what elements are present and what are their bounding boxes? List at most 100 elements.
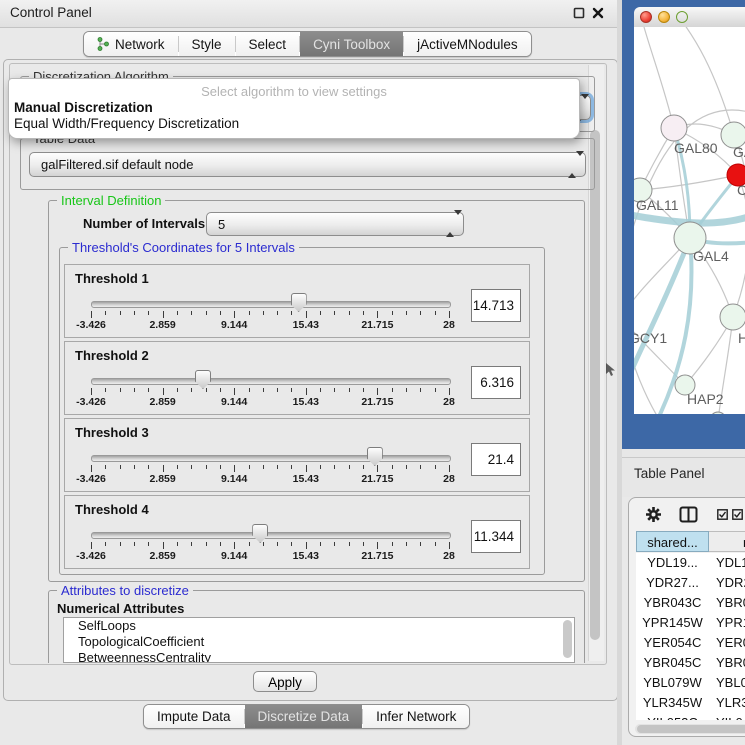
mode-tab-impute-data[interactable]: Impute Data bbox=[144, 705, 244, 728]
zoom-traffic-light-icon[interactable] bbox=[676, 11, 688, 23]
settings-gear-icon[interactable] bbox=[645, 506, 662, 523]
tab-label: Infer Network bbox=[376, 709, 456, 724]
mode-tab-discretize-data[interactable]: Discretize Data bbox=[245, 705, 363, 728]
numerical-attributes-list[interactable]: SelfLoopsTopologicalCoefficientBetweenne… bbox=[63, 617, 575, 663]
close-icon[interactable] bbox=[592, 7, 604, 19]
column-layout-icon[interactable] bbox=[679, 506, 698, 523]
slider-tick-minor bbox=[134, 311, 135, 315]
network-node-label: HAP2 bbox=[687, 391, 724, 407]
tab-label: Cyni Toolbox bbox=[313, 37, 390, 52]
table-header-name[interactable]: na bbox=[709, 531, 745, 552]
minimize-traffic-light-icon[interactable] bbox=[658, 11, 670, 23]
algorithm-option-2[interactable]: Equal Width/Frequency Discretization bbox=[14, 116, 574, 132]
control-panel-tabbar: NetworkStyle Select Cyni Toolbox jActiveMNo… bbox=[83, 31, 532, 57]
slider-tick-major bbox=[163, 465, 164, 472]
network-window-titlebar[interactable] bbox=[634, 7, 745, 28]
tab-select[interactable]: Select bbox=[236, 32, 300, 56]
number-of-intervals-combo[interactable]: 5 bbox=[206, 212, 464, 236]
table-row[interactable]: YER054CYER0 bbox=[636, 633, 745, 653]
algorithm-option-1[interactable]: Manual Discretization bbox=[14, 100, 574, 116]
network-node-node-bottom[interactable] bbox=[710, 412, 726, 414]
network-tab-icon bbox=[97, 37, 109, 51]
select-all-checkbox-icon[interactable] bbox=[717, 509, 728, 520]
table-row[interactable]: YPR145WYPR1 bbox=[636, 613, 745, 633]
threshold-label: Threshold 2 bbox=[75, 348, 149, 363]
horizontal-scrollbar-thumb[interactable] bbox=[637, 725, 745, 733]
tab-jactivemnodules[interactable]: jActiveMNodules bbox=[404, 32, 531, 56]
table-cell-shared-name: YPR145W bbox=[636, 613, 709, 633]
table-data-combo-value: galFiltered.sif default node bbox=[41, 153, 193, 176]
slider-tick-minor bbox=[406, 311, 407, 315]
threshold-slider-handle[interactable] bbox=[291, 293, 307, 312]
network-node-H-node[interactable] bbox=[720, 304, 745, 330]
network-node-label: GA bbox=[733, 144, 745, 160]
tab-network[interactable]: Network bbox=[84, 32, 178, 56]
tab-label: Select bbox=[249, 37, 287, 52]
attribute-list-item[interactable]: SelfLoops bbox=[64, 618, 574, 634]
float-window-icon[interactable] bbox=[573, 7, 585, 19]
number-of-intervals-value: 5 bbox=[218, 213, 225, 235]
slider-tick-minor bbox=[148, 311, 149, 315]
table-row[interactable]: YBL079WYBL0 bbox=[636, 673, 745, 693]
mode-tab-infer-network[interactable]: Infer Network bbox=[363, 705, 469, 728]
threshold-value-field[interactable]: 11.344 bbox=[471, 520, 521, 553]
slider-tick-minor bbox=[277, 311, 278, 315]
network-node-GAL80[interactable] bbox=[661, 115, 687, 141]
table-row[interactable]: YIL052CYIL0 bbox=[636, 713, 745, 720]
attribute-list-item[interactable]: BetweennessCentrality bbox=[64, 650, 574, 663]
network-canvas[interactable]: GAL80GACGAL11GAL4GCY1HHAP2 bbox=[634, 27, 745, 414]
unselect-all-checkbox-icon[interactable] bbox=[732, 509, 743, 520]
table-row[interactable]: YBR045CYBR0 bbox=[636, 653, 745, 673]
threshold-value-field[interactable]: 14.713 bbox=[471, 289, 521, 322]
threshold-value-field[interactable]: 21.4 bbox=[471, 443, 521, 476]
table-row[interactable]: YDL19...YDL1 bbox=[636, 553, 745, 573]
table-cell-shared-name: YDL19... bbox=[636, 553, 709, 573]
network-edge-highlighted bbox=[634, 238, 690, 399]
slider-tick-label: 2.859 bbox=[133, 396, 193, 408]
slider-tick-major bbox=[377, 388, 378, 395]
slider-tick-major bbox=[163, 311, 164, 318]
close-traffic-light-icon[interactable] bbox=[640, 11, 652, 23]
apply-button[interactable]: Apply bbox=[253, 671, 317, 692]
slider-tick-minor bbox=[334, 311, 335, 315]
threshold-value-field[interactable]: 6.316 bbox=[471, 366, 521, 399]
slider-tick-label: 15.43 bbox=[276, 473, 336, 485]
threshold-slider-track[interactable] bbox=[91, 301, 451, 308]
table-row[interactable]: YLR345WYLR3 bbox=[636, 693, 745, 713]
slider-tick-minor bbox=[349, 388, 350, 392]
threshold-slider-track[interactable] bbox=[91, 455, 451, 462]
table-cell-name: YDR2 bbox=[709, 573, 745, 593]
slider-tick-minor bbox=[334, 465, 335, 469]
slider-tick-minor bbox=[320, 465, 321, 469]
slider-tick-minor bbox=[291, 388, 292, 392]
table-header-shared-name[interactable]: shared... bbox=[636, 531, 709, 552]
threshold-panel-4: Threshold 4-3.4262.8599.14415.4321.71528… bbox=[64, 495, 530, 569]
table-data-group: Table Data galFiltered.sif default node bbox=[20, 138, 595, 190]
control-panel-titlebar[interactable]: Control Panel bbox=[0, 0, 617, 28]
table-cell-name: YER0 bbox=[709, 633, 745, 653]
network-edge bbox=[640, 175, 738, 190]
attribute-list-item[interactable]: TopologicalCoefficient bbox=[64, 634, 574, 650]
slider-tick-minor bbox=[320, 388, 321, 392]
slider-tick-minor bbox=[406, 465, 407, 469]
threshold-slider-handle[interactable] bbox=[195, 370, 211, 389]
threshold-slider-handle[interactable] bbox=[367, 447, 383, 466]
slider-tick-minor bbox=[277, 465, 278, 469]
list-scrollbar-thumb[interactable] bbox=[563, 620, 572, 658]
threshold-slider-handle[interactable] bbox=[252, 524, 268, 543]
mouse-cursor bbox=[605, 363, 616, 378]
tab-cyni-toolbox[interactable]: Cyni Toolbox bbox=[300, 32, 403, 56]
threshold-slider-track[interactable] bbox=[91, 532, 451, 539]
table-cell-shared-name: YBR045C bbox=[636, 653, 709, 673]
table-row[interactable]: YBR043CYBR0 bbox=[636, 593, 745, 613]
slider-tick-major bbox=[234, 311, 235, 318]
table-data-combo[interactable]: galFiltered.sif default node bbox=[29, 152, 586, 177]
table-row[interactable]: YDR27...YDR2 bbox=[636, 573, 745, 593]
slider-tick-minor bbox=[105, 311, 106, 315]
screenshot-stage: Control Panel NetworkStyle Select Cyni Too… bbox=[0, 0, 745, 745]
vertical-scrollbar-thumb[interactable] bbox=[590, 130, 600, 640]
slider-tick-minor bbox=[291, 311, 292, 315]
threshold-slider-track[interactable] bbox=[91, 378, 451, 385]
combo-stepper-icon bbox=[446, 215, 455, 233]
tab-style[interactable]: Style bbox=[179, 32, 235, 56]
